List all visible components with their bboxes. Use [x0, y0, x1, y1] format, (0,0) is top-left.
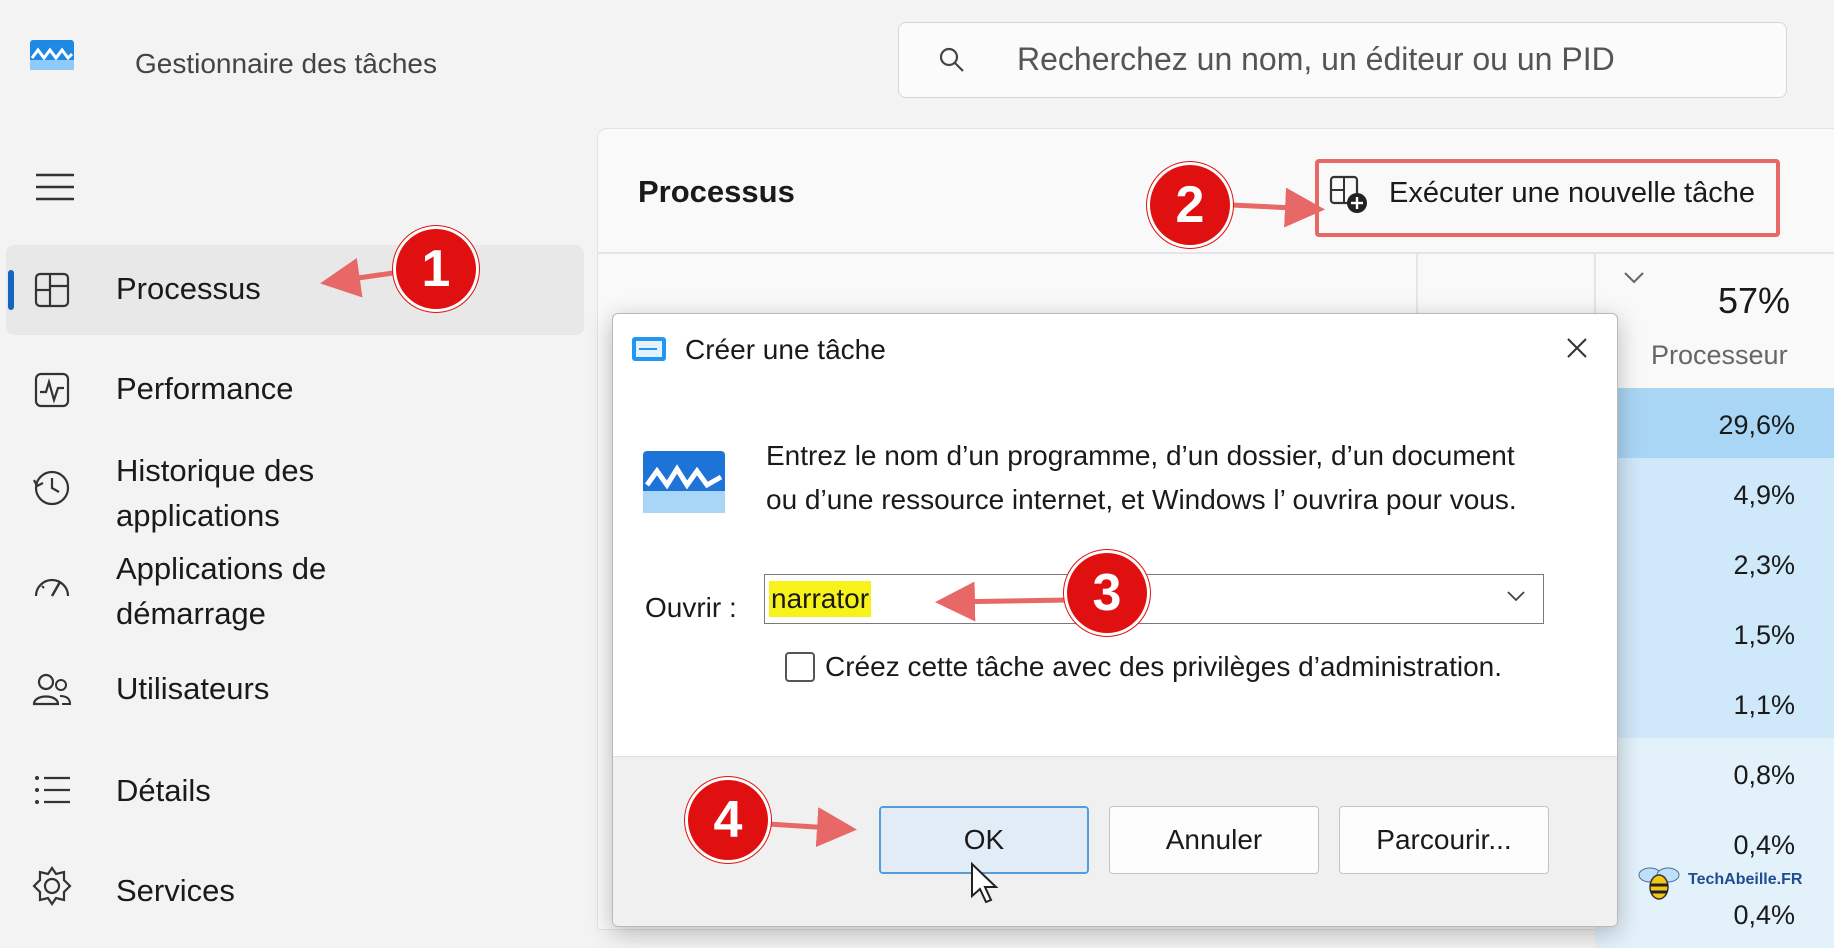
watermark: TechAbeille.FR: [1630, 857, 1830, 907]
task-manager-logo-icon: [30, 40, 74, 70]
sidebar-item-label: Historique des applications: [116, 453, 315, 533]
active-nav-indicator: [8, 270, 14, 310]
run-new-task-button[interactable]: Exécuter une nouvelle tâche: [1315, 159, 1780, 237]
cpu-cell: 29,6%: [1595, 388, 1834, 458]
header-divider: [597, 252, 1834, 254]
sidebar-item-services[interactable]: [6, 845, 584, 935]
sidebar-item-label: Processus: [116, 271, 261, 306]
admin-privileges-checkbox[interactable]: [785, 652, 815, 682]
sidebar-item-label: Détails: [116, 773, 211, 808]
app-history-icon: [33, 470, 70, 506]
app-title: Gestionnaire des tâches: [135, 48, 437, 79]
close-icon[interactable]: [1557, 328, 1597, 368]
step-1-badge: 1: [396, 229, 476, 309]
step-3-badge: 3: [1067, 553, 1147, 633]
admin-privileges-label[interactable]: Créez cette tâche avec des privilèges d’…: [825, 651, 1502, 683]
browse-button[interactable]: Parcourir...: [1339, 806, 1549, 874]
cpu-total-percent: 57%: [1718, 280, 1791, 321]
search-input[interactable]: Recherchez un nom, un éditeur ou un PID: [898, 22, 1787, 98]
cpu-cell: 1,5%: [1595, 598, 1834, 668]
bee-logo-icon: [1638, 867, 1680, 900]
cpu-cell: 2,3%: [1595, 528, 1834, 598]
open-input-value[interactable]: narrator: [769, 581, 872, 617]
page-title: Processus: [638, 174, 795, 209]
cpu-column-header[interactable]: Processeur: [1651, 340, 1788, 371]
cpu-cell: 1,1%: [1595, 668, 1834, 738]
step-2-badge: 2: [1150, 165, 1230, 245]
sidebar-item-label: Services: [116, 873, 235, 908]
run-dialog-icon: [632, 337, 666, 361]
sidebar-item-processus[interactable]: [6, 245, 584, 335]
performance-icon: [34, 372, 70, 408]
chevron-down-icon[interactable]: [1622, 270, 1646, 286]
dialog-title: Créer une tâche: [685, 334, 886, 365]
processes-icon: [34, 272, 70, 308]
task-manager-large-icon: [643, 451, 725, 513]
open-combobox[interactable]: narrator: [764, 574, 1544, 624]
cpu-cell: 4,9%: [1595, 458, 1834, 528]
dialog-description: Entrez le nom d’un programme, d’un dossi…: [766, 440, 1517, 515]
cancel-button[interactable]: Annuler: [1109, 806, 1319, 874]
users-icon: [32, 673, 72, 706]
sidebar-item-label: Performance: [116, 371, 294, 406]
run-new-task-icon: [1329, 175, 1367, 213]
mouse-cursor-icon: [971, 862, 999, 904]
sidebar-item-label: Applications de démarrage: [116, 551, 327, 631]
sidebar-item-users[interactable]: [6, 645, 584, 735]
chevron-down-icon[interactable]: [1505, 589, 1527, 603]
search-icon: [939, 47, 964, 72]
cpu-cell: 0,8%: [1595, 738, 1834, 808]
sidebar-item-performance[interactable]: [6, 345, 584, 435]
step-4-badge: 4: [688, 780, 768, 860]
services-icon: [32, 866, 72, 906]
search-placeholder: Recherchez un nom, un éditeur ou un PID: [1017, 41, 1615, 77]
sidebar-item-details[interactable]: [6, 745, 584, 835]
startup-apps-icon: [34, 578, 70, 597]
open-label: Ouvrir :: [645, 592, 737, 623]
details-icon: [35, 776, 70, 804]
run-new-task-label: Exécuter une nouvelle tâche: [1389, 177, 1755, 209]
sidebar-item-label: Utilisateurs: [116, 671, 270, 706]
hamburger-menu-icon[interactable]: [34, 172, 76, 202]
watermark-text: TechAbeille.FR: [1688, 871, 1803, 888]
